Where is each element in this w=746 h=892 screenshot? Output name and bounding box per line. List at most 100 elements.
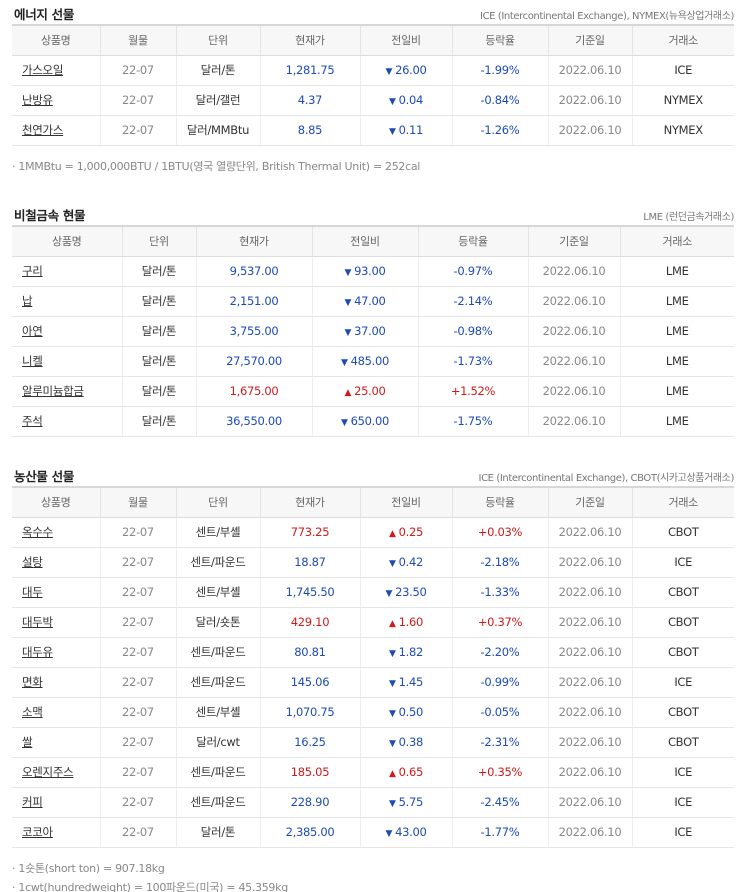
column-header: 상품명 xyxy=(12,24,100,56)
change-cell: ▼ 0.42 xyxy=(359,547,452,578)
commodity-link[interactable]: 아연 xyxy=(22,324,43,338)
exchange-cell: CBOT xyxy=(631,697,734,728)
commodity-link[interactable]: 소맥 xyxy=(22,705,43,719)
commodity-link[interactable]: 커피 xyxy=(22,795,43,809)
commodity-link[interactable]: 대두유 xyxy=(22,645,53,659)
price-cell: 1,745.50 xyxy=(259,577,360,608)
date-value: 2022.06.10 xyxy=(558,735,622,749)
month-cell: 22-07 xyxy=(99,115,176,146)
change-value: 0.25 xyxy=(398,525,424,539)
section-source: ICE (Intercontinental Exchange), NYMEX(뉴… xyxy=(480,11,734,22)
price-cell: 3,755.00 xyxy=(195,316,312,347)
commodity-link[interactable]: 알루미늄합금 xyxy=(22,384,84,398)
month-cell: 22-07 xyxy=(99,757,176,788)
exchange-value: ICE xyxy=(674,675,693,689)
unit-cell: 달러/cwt xyxy=(175,727,260,758)
down-arrow-icon: ▼ xyxy=(388,709,396,719)
commodity-link[interactable]: 면화 xyxy=(22,675,43,689)
exchange-cell: ICE xyxy=(631,547,734,578)
commodity-link[interactable]: 오렌지주스 xyxy=(22,765,74,779)
commodity-link[interactable]: 난방유 xyxy=(22,93,53,107)
commodity-cell: 납 xyxy=(12,286,122,317)
rate-value: -0.98% xyxy=(453,324,493,338)
commodity-link[interactable]: 설탕 xyxy=(22,555,43,569)
commodity-cell: 난방유 xyxy=(12,85,100,116)
commodity-link[interactable]: 가스오일 xyxy=(22,63,63,77)
change-cell: ▼ 47.00 xyxy=(311,286,418,317)
commodity-link[interactable]: 납 xyxy=(22,294,33,308)
table-row: 쌀 22-07 달러/cwt 16.25 ▼ 0.38 -2.31% 2022.06.10 CB… xyxy=(12,727,734,758)
change-cell: ▼ 93.00 xyxy=(311,256,418,287)
commodity-cell: 소맥 xyxy=(12,697,100,728)
unit-cell: 센트/부셸 xyxy=(175,577,260,608)
exchange-cell: ICE xyxy=(631,817,734,848)
commodity-link[interactable]: 옥수수 xyxy=(22,525,53,539)
price-cell: 185.05 xyxy=(259,757,360,788)
commodity-link[interactable]: 천연가스 xyxy=(22,123,63,137)
table-row: 난방유 22-07 달러/갤런 4.37 ▼ 0.04 -0.84% 2022.06.10 NY… xyxy=(12,85,734,116)
rate-cell: +0.03% xyxy=(451,517,548,548)
change-value: 25.00 xyxy=(354,384,386,398)
month-value: 22-07 xyxy=(122,765,154,779)
rate-cell: -0.99% xyxy=(451,667,548,698)
change-value: 1.60 xyxy=(398,615,424,629)
up-arrow-icon: ▲ xyxy=(344,388,352,398)
agri-header: 농산물 선물 ICE (Intercontinental Exchange), … xyxy=(12,464,734,486)
energy-section: 에너지 선물 ICE (Intercontinental Exchange), … xyxy=(12,2,734,146)
down-arrow-icon: ▼ xyxy=(385,589,393,599)
column-header: 거래소 xyxy=(631,24,734,56)
change-value: 93.00 xyxy=(354,264,386,278)
change-cell: ▲ 0.25 xyxy=(359,517,452,548)
exchange-value: NYMEX xyxy=(663,123,704,137)
price-value: 4.37 xyxy=(297,93,323,107)
exchange-value: CBOT xyxy=(667,585,699,599)
column-header: 단위 xyxy=(175,486,260,518)
rate-cell: -2.18% xyxy=(451,547,548,578)
change-value: 650.00 xyxy=(350,414,390,428)
commodity-link[interactable]: 주석 xyxy=(22,414,43,428)
price-cell: 145.06 xyxy=(259,667,360,698)
commodity-link[interactable]: 구리 xyxy=(22,264,43,278)
exchange-cell: NYMEX xyxy=(631,115,734,146)
rate-value: -1.26% xyxy=(480,123,520,137)
commodity-link[interactable]: 코코아 xyxy=(22,825,53,839)
date-cell: 2022.06.10 xyxy=(547,115,632,146)
price-cell: 1,070.75 xyxy=(259,697,360,728)
price-cell: 16.25 xyxy=(259,727,360,758)
date-cell: 2022.06.10 xyxy=(547,637,632,668)
unit-value: 센트/파운드 xyxy=(190,795,246,809)
exchange-value: LME xyxy=(665,324,689,338)
commodity-link[interactable]: 니켈 xyxy=(22,354,43,368)
rate-value: -2.45% xyxy=(480,795,520,809)
unit-cell: 달러/톤 xyxy=(121,406,196,437)
month-value: 22-07 xyxy=(122,705,154,719)
unit-cell: 센트/부셸 xyxy=(175,517,260,548)
commodity-link[interactable]: 대두박 xyxy=(22,615,53,629)
change-value: 23.50 xyxy=(395,585,427,599)
unit-value: 센트/파운드 xyxy=(190,765,246,779)
rate-value: -0.99% xyxy=(480,675,520,689)
rate-value: -0.84% xyxy=(480,93,520,107)
change-value: 0.50 xyxy=(398,705,424,719)
unit-value: 달러/톤 xyxy=(200,825,236,839)
price-value: 1,070.75 xyxy=(285,705,335,719)
date-cell: 2022.06.10 xyxy=(547,787,632,818)
date-cell: 2022.06.10 xyxy=(547,577,632,608)
exchange-value: CBOT xyxy=(667,615,699,629)
rate-cell: -2.14% xyxy=(417,286,528,317)
exchange-cell: LME xyxy=(619,376,734,407)
commodity-cell: 대두 xyxy=(12,577,100,608)
table-row: 대두유 22-07 센트/파운드 80.81 ▼ 1.82 -2.20% 2022.06.10… xyxy=(12,637,734,668)
exchange-cell: CBOT xyxy=(631,517,734,548)
price-cell: 2,385.00 xyxy=(259,817,360,848)
commodity-link[interactable]: 쌀 xyxy=(22,735,33,749)
unit-value: 달러/MMBtu xyxy=(186,123,250,137)
rate-cell: -0.98% xyxy=(417,316,528,347)
month-value: 22-07 xyxy=(122,615,154,629)
date-cell: 2022.06.10 xyxy=(547,607,632,638)
month-value: 22-07 xyxy=(122,123,154,137)
price-cell: 773.25 xyxy=(259,517,360,548)
rate-value: -2.20% xyxy=(480,645,520,659)
price-cell: 36,550.00 xyxy=(195,406,312,437)
commodity-link[interactable]: 대두 xyxy=(22,585,43,599)
